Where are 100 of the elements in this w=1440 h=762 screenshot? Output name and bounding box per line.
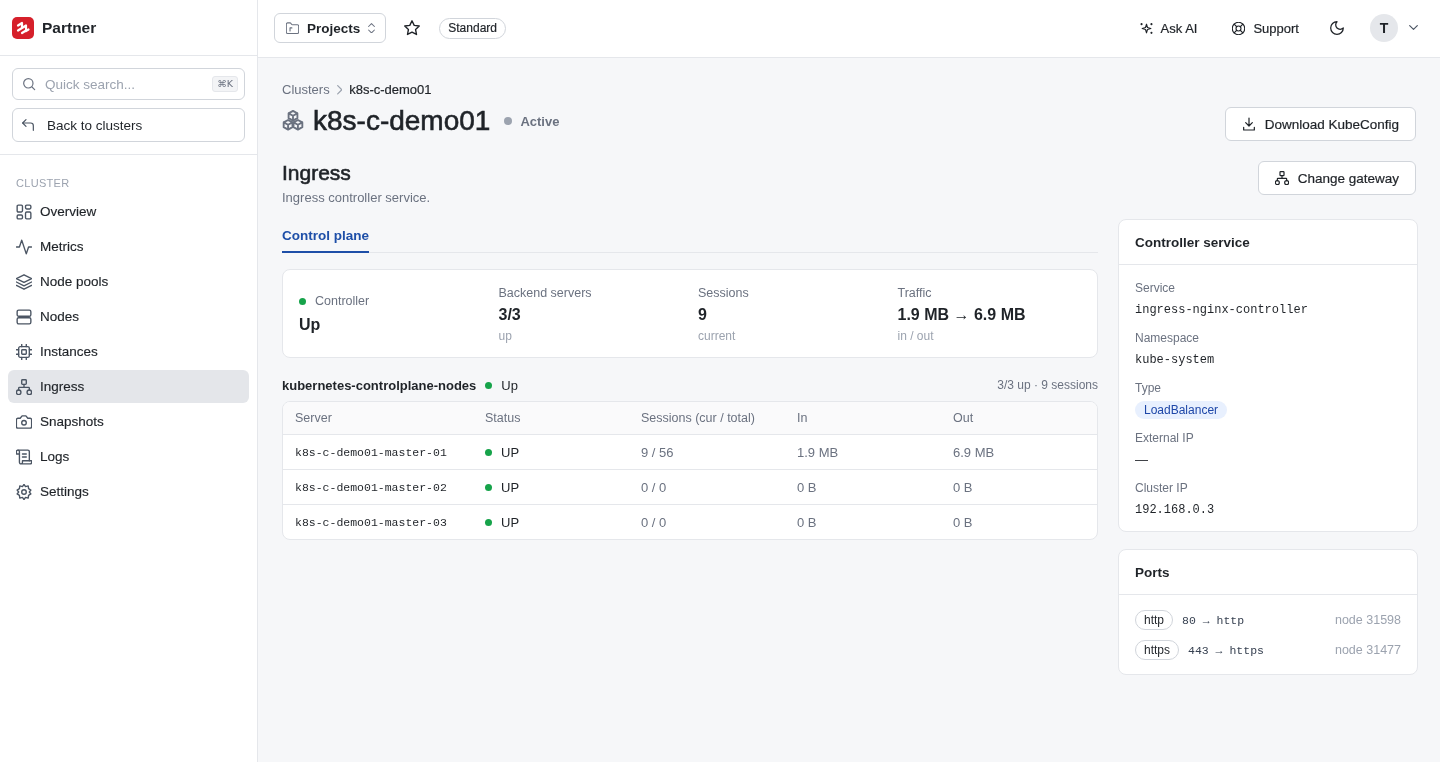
ask-ai-button[interactable]: Ask AI: [1129, 14, 1208, 42]
table-cell: 0 B: [953, 514, 973, 530]
moon-icon[interactable]: [1330, 21, 1344, 35]
dashboard-grid-icon: [16, 203, 32, 220]
folder-icon: [286, 21, 299, 35]
nav-item[interactable]: Settings: [8, 475, 249, 508]
nav-item[interactable]: Ingress: [8, 370, 249, 403]
card-title: Controller service: [1135, 234, 1250, 250]
table-cell: k8s-c-demo01-master-01: [295, 445, 447, 459]
port-mapping: 80 → http: [1182, 613, 1245, 627]
status-dot-icon: [485, 381, 493, 389]
tab[interactable]: Control plane: [282, 219, 369, 253]
section-label: CLUSTER: [15, 176, 71, 191]
column-header: Sessions (cur / total): [641, 411, 755, 425]
search-icon: [22, 77, 36, 91]
column-header: Out: [953, 411, 974, 425]
table-cell: 0 / 0: [641, 479, 667, 495]
back-button[interactable]: Back to clusters: [12, 108, 245, 142]
caret-icon[interactable]: [1409, 25, 1418, 31]
layers-icon: [16, 273, 32, 290]
shortcut-hint: ⌘K: [212, 76, 238, 92]
stat-caption: in / out: [897, 328, 934, 344]
stat-value: 1.9 MB → 6.9 MB: [897, 305, 1026, 325]
nav-item[interactable]: Snapshots: [8, 405, 249, 438]
table-cell: 0 B: [797, 479, 817, 495]
logo-icon: [12, 16, 34, 39]
stat-caption: up: [498, 328, 512, 344]
nav-item[interactable]: Instances: [8, 335, 249, 368]
server-icon: [16, 308, 32, 325]
download-button[interactable]: Download KubeConfig: [1224, 107, 1416, 141]
field-label: Service: [1135, 280, 1175, 296]
breadcrumb-current: k8s-c-demo01: [349, 82, 432, 98]
brand-name: Partner: [42, 18, 97, 37]
status-dot-icon: [485, 518, 492, 526]
field-label: External IP: [1135, 430, 1194, 446]
status-dot-icon: [485, 483, 492, 491]
download-icon: [1241, 117, 1256, 131]
support-button[interactable]: Support: [1222, 14, 1309, 42]
sparkle-icon: [1139, 21, 1153, 35]
table-cell: k8s-c-demo01-master-02: [295, 480, 447, 494]
settings-icon: [16, 483, 32, 500]
card-title: Ports: [1135, 564, 1170, 580]
status-label: UP: [501, 479, 520, 495]
pulse-line-icon: [16, 238, 32, 255]
port-mapping: 443 → https: [1188, 643, 1264, 657]
nav-item[interactable]: Overview: [8, 195, 249, 228]
network-icon: [1274, 171, 1289, 185]
backend-name: kubernetes-controlplane-nodes: [282, 377, 477, 393]
stat-caption: current: [698, 328, 736, 344]
star-icon[interactable]: [404, 20, 421, 36]
stat-value: Up: [299, 315, 321, 335]
field-value: —: [1135, 451, 1148, 469]
cluster-status: Active: [520, 113, 560, 129]
stat-label: Backend servers: [498, 285, 592, 302]
lifebuoy-icon: [1232, 21, 1246, 35]
column-header: Status: [485, 411, 521, 425]
section-title: Ingress: [282, 161, 352, 185]
table-cell: 6.9 MB: [953, 444, 995, 460]
cluster-title: k8s-c-demo01: [313, 107, 491, 135]
stat-label: Sessions: [698, 285, 749, 302]
status-dot-icon: [485, 448, 492, 456]
table-cell: 0 / 0: [641, 514, 667, 530]
table-cell: 0 B: [797, 514, 817, 530]
stat-label: Traffic: [897, 285, 932, 302]
cubes-icon: [282, 110, 304, 132]
scroll-icon: [16, 448, 32, 465]
corner-arrow-icon: [21, 118, 35, 132]
camera-icon: [16, 413, 32, 430]
project-selector[interactable]: Projects: [274, 13, 387, 43]
table-cell: 1.9 MB: [797, 444, 839, 460]
breadcrumb-link[interactable]: Clusters: [282, 82, 330, 98]
field-label: Type: [1135, 380, 1161, 396]
type-badge: LoadBalancer: [1135, 401, 1228, 419]
section-description: Ingress controller service.: [282, 189, 431, 207]
status-label: UP: [501, 514, 520, 530]
table-cell: k8s-c-demo01-master-03: [295, 515, 447, 529]
nav-item[interactable]: Nodes: [8, 300, 249, 333]
backend-status: Up: [501, 377, 518, 393]
stat-value: 3/3: [498, 305, 521, 325]
chip-icon: [16, 343, 32, 360]
change-gateway-button[interactable]: Change gateway: [1257, 161, 1416, 195]
field-value: ingress-nginx-controller: [1135, 302, 1308, 319]
nav-item[interactable]: Logs: [8, 440, 249, 473]
user-avatar[interactable]: T: [1370, 14, 1398, 42]
field-value: 192.168.0.3: [1135, 502, 1215, 519]
updown-chevron-icon: [368, 22, 376, 34]
status-dot-icon: [504, 117, 513, 125]
field-label: Namespace: [1135, 330, 1200, 346]
field-label: Cluster IP: [1135, 480, 1188, 496]
network-icon: [16, 378, 32, 395]
stat-label: Controller: [315, 293, 370, 310]
stat-value: 9: [698, 305, 707, 325]
nav-item[interactable]: Node pools: [8, 265, 249, 298]
chevron-right-icon: [336, 85, 343, 95]
table-cell: 0 B: [953, 479, 973, 495]
node-port: node 31598: [1334, 613, 1401, 627]
status-dot-icon: [299, 297, 306, 305]
table-cell: 9 / 56: [641, 444, 674, 460]
nav-item[interactable]: Metrics: [8, 230, 249, 263]
node-port: node 31477: [1334, 643, 1401, 657]
